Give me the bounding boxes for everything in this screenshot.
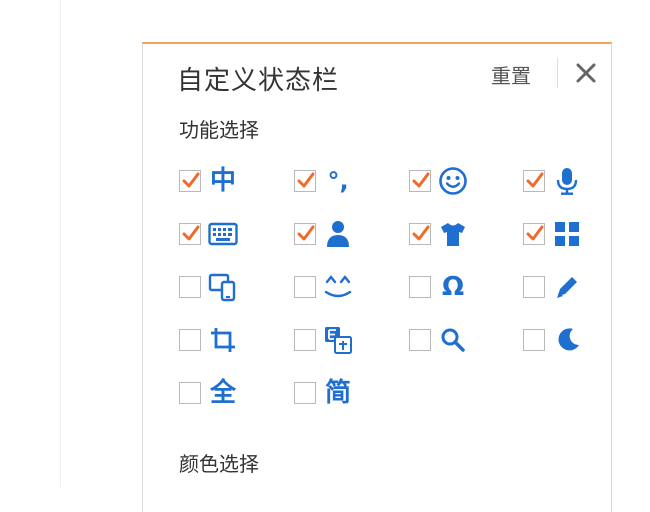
device-sync-icon xyxy=(207,271,239,303)
checkbox-unchecked[interactable] xyxy=(179,276,201,298)
option-emoji[interactable] xyxy=(409,161,469,201)
checkbox-unchecked[interactable] xyxy=(523,276,545,298)
toolbox-grid-icon xyxy=(551,218,583,250)
checkbox-unchecked[interactable] xyxy=(523,329,545,351)
checkbox-checked[interactable] xyxy=(179,223,201,245)
checkbox-unchecked[interactable] xyxy=(294,329,316,351)
checkbox-unchecked[interactable] xyxy=(179,329,201,351)
checkmark-icon xyxy=(182,225,200,241)
option-chinese-mode[interactable]: 中 xyxy=(179,161,239,201)
checkbox-checked[interactable] xyxy=(523,170,545,192)
option-search[interactable] xyxy=(409,320,469,360)
checkbox-checked[interactable] xyxy=(294,223,316,245)
option-night-mode[interactable] xyxy=(523,320,583,360)
option-skin[interactable] xyxy=(409,214,469,254)
checkbox-checked[interactable] xyxy=(294,170,316,192)
checkbox-unchecked[interactable] xyxy=(179,382,201,404)
checkmark-icon xyxy=(526,172,544,188)
kaomoji-icon xyxy=(322,271,354,303)
checkbox-checked[interactable] xyxy=(409,170,431,192)
option-special-symbols[interactable]: Ω xyxy=(409,267,469,307)
checkmark-icon xyxy=(412,172,430,188)
checkmark-icon xyxy=(182,172,200,188)
simplified-chinese-icon: 简 xyxy=(324,378,351,408)
special-symbol-omega-icon: Ω xyxy=(441,272,465,302)
option-crop-screenshot[interactable] xyxy=(179,320,239,360)
reset-button[interactable]: 重置 xyxy=(491,60,531,89)
user-account-icon xyxy=(322,218,354,250)
option-simplified-chinese[interactable]: 简 xyxy=(294,373,354,413)
tshirt-skin-icon xyxy=(437,218,469,250)
checkbox-unchecked[interactable] xyxy=(294,382,316,404)
close-button[interactable] xyxy=(573,60,599,86)
checkbox-checked[interactable] xyxy=(523,223,545,245)
checkmark-icon xyxy=(297,172,315,188)
close-icon xyxy=(576,63,596,83)
option-voice[interactable] xyxy=(523,161,583,201)
handwriting-pencil-icon xyxy=(551,271,583,303)
checkmark-icon xyxy=(297,225,315,241)
option-toolbox[interactable] xyxy=(523,214,583,254)
checkbox-unchecked[interactable] xyxy=(294,276,316,298)
checkbox-unchecked[interactable] xyxy=(409,329,431,351)
option-punctuation[interactable]: °, xyxy=(294,161,354,201)
option-keyboard[interactable] xyxy=(179,214,239,254)
translate-icon xyxy=(322,324,354,356)
checkbox-checked[interactable] xyxy=(179,170,201,192)
option-device-sync[interactable] xyxy=(179,267,239,307)
option-account[interactable] xyxy=(294,214,354,254)
crop-screenshot-icon xyxy=(207,324,239,356)
full-width-icon: 全 xyxy=(209,378,236,408)
night-mode-moon-icon xyxy=(551,324,583,356)
background-divider xyxy=(60,0,61,487)
punctuation-icon: °, xyxy=(327,167,349,195)
chinese-mode-icon: 中 xyxy=(209,166,236,196)
keyboard-icon xyxy=(207,218,239,250)
emoji-smile-icon xyxy=(437,165,469,197)
option-translate[interactable] xyxy=(294,320,354,360)
option-kaomoji[interactable] xyxy=(294,267,354,307)
option-full-width[interactable]: 全 xyxy=(179,373,239,413)
function-section-title: 功能选择 xyxy=(179,118,259,142)
panel-title: 自定义状态栏 xyxy=(177,66,340,96)
checkbox-unchecked[interactable] xyxy=(409,276,431,298)
header-divider xyxy=(557,58,558,88)
checkbox-checked[interactable] xyxy=(409,223,431,245)
checkmark-icon xyxy=(526,225,544,241)
color-section-title: 颜色选择 xyxy=(179,452,259,476)
checkmark-icon xyxy=(412,225,430,241)
microphone-icon xyxy=(551,165,583,197)
option-handwriting[interactable] xyxy=(523,267,583,307)
custom-status-bar-panel: 自定义状态栏 重置 功能选择 中 °, Ω 全 简 颜色选择 xyxy=(142,42,612,512)
search-icon xyxy=(437,324,469,356)
